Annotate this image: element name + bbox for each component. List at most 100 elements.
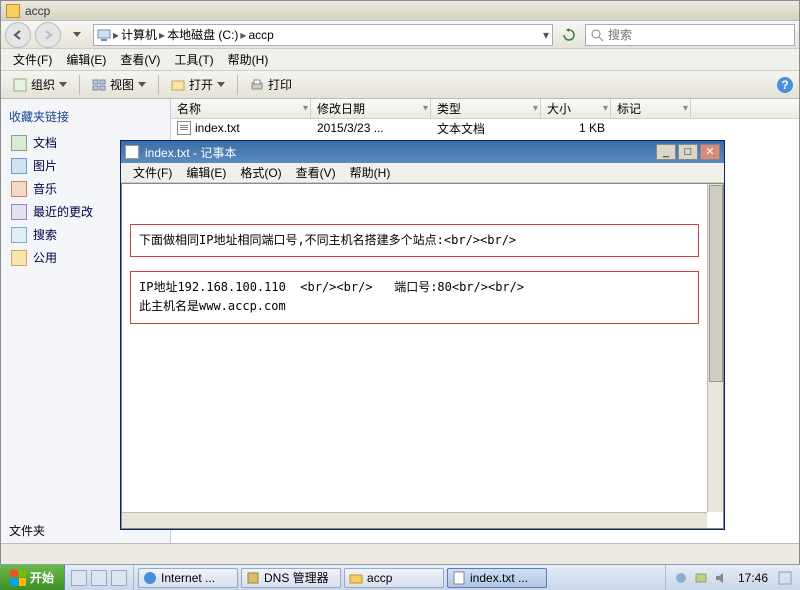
organize-button[interactable]: 组织 [7,74,73,95]
show-desktop-icon[interactable] [778,571,792,585]
separator [237,75,238,95]
column-tag[interactable]: 标记 [611,99,691,118]
separator [158,75,159,95]
text-highlight-box: IP地址192.168.100.110 <br/><br/> 端口号:80<br… [130,271,699,323]
volume-icon[interactable] [714,571,728,585]
horizontal-scrollbar[interactable] [122,512,707,528]
menu-help[interactable]: 帮助(H) [222,49,275,70]
help-button[interactable]: ? [777,77,793,93]
column-name[interactable]: 名称 [171,99,311,118]
vertical-scrollbar[interactable] [707,184,723,512]
breadcrumb[interactable]: ▸ 计算机▸ 本地磁盘 (C:)▸ accp ▾ [93,24,553,46]
np-menu-help[interactable]: 帮助(H) [344,163,397,182]
text-highlight-box: 下面做相同IP地址相同端口号,不同主机名搭建多个站点:<br/><br/> [130,224,699,257]
menu-tools[interactable]: 工具(T) [168,49,219,70]
task-buttons: Internet ... DNS 管理器 accp index.txt ... [134,565,665,590]
documents-icon [11,135,27,151]
refresh-icon [562,28,576,42]
system-tray: 17:46 [665,565,800,590]
open-icon [171,78,185,92]
windows-logo-icon [10,570,26,586]
sidebar-header: 收藏夹链接 [9,105,162,131]
taskbar-item-accp[interactable]: accp [344,568,444,588]
chevron-down-icon [138,82,146,87]
print-button[interactable]: 打印 [244,74,298,95]
np-menu-format[interactable]: 格式(O) [234,163,287,182]
taskbar: 开始 Internet ... DNS 管理器 accp index.txt .… [0,564,800,590]
breadcrumb-seg-computer[interactable]: 计算机▸ [121,26,165,43]
arrow-left-icon [11,28,25,42]
refresh-button[interactable] [557,24,581,46]
search-icon [11,227,27,243]
breadcrumb-dropdown-icon[interactable]: ▾ [543,28,549,42]
public-icon [11,250,27,266]
open-button[interactable]: 打开 [165,74,231,95]
search-input[interactable] [608,28,778,42]
breadcrumb-root[interactable]: ▸ [97,28,119,42]
arrow-right-icon [41,28,55,42]
pictures-icon [11,158,27,174]
notepad-title-text: index.txt - 记事本 [145,144,236,161]
folder-icon [349,571,363,585]
sidebar-folders-toggle[interactable]: 文件夹 [9,522,45,539]
ie-icon [143,571,157,585]
menu-view[interactable]: 查看(V) [114,49,166,70]
notepad-titlebar[interactable]: index.txt - 记事本 _ □ ✕ [121,141,724,163]
print-icon [250,78,264,92]
notepad-window: index.txt - 记事本 _ □ ✕ 文件(F) 编辑(E) 格式(O) … [120,140,725,530]
file-size-cell: 1 KB [541,121,611,135]
taskbar-clock[interactable]: 17:46 [734,571,772,585]
column-size[interactable]: 大小 [541,99,611,118]
notepad-icon [452,571,466,585]
taskbar-item-internet[interactable]: Internet ... [138,568,238,588]
breadcrumb-sep-icon: ▸ [159,28,165,42]
views-button[interactable]: 视图 [86,74,152,95]
quick-launch-item[interactable] [91,570,107,586]
np-menu-view[interactable]: 查看(V) [290,163,342,182]
explorer-titlebar[interactable]: accp [1,1,799,21]
start-button[interactable]: 开始 [0,565,65,590]
minimize-button[interactable]: _ [656,144,676,160]
quick-launch-item[interactable] [111,570,127,586]
breadcrumb-seg-drive[interactable]: 本地磁盘 (C:)▸ [167,26,246,43]
notepad-textarea[interactable]: 下面做相同IP地址相同端口号,不同主机名搭建多个站点:<br/><br/> IP… [121,183,724,529]
nav-back-button[interactable] [5,22,31,48]
column-date[interactable]: 修改日期 [311,99,431,118]
menu-edit[interactable]: 编辑(E) [60,49,112,70]
scroll-thumb[interactable] [709,185,723,382]
dns-icon [246,571,260,585]
search-icon [590,28,604,42]
close-button[interactable]: ✕ [700,144,720,160]
np-menu-edit[interactable]: 编辑(E) [180,163,232,182]
explorer-navbar: ▸ 计算机▸ 本地磁盘 (C:)▸ accp ▾ [1,21,799,49]
quick-launch-item[interactable] [71,570,87,586]
menu-file[interactable]: 文件(F) [7,49,58,70]
separator [79,75,80,95]
folder-icon [6,4,20,18]
file-row[interactable]: index.txt 2015/3/23 ... 文本文档 1 KB [171,119,799,137]
chevron-down-icon [73,32,81,38]
breadcrumb-sep-icon: ▸ [113,28,119,42]
column-type[interactable]: 类型 [431,99,541,118]
file-name-cell: index.txt [171,121,311,135]
recent-icon [11,204,27,220]
breadcrumb-seg-folder[interactable]: accp [248,28,273,42]
np-menu-file[interactable]: 文件(F) [127,163,178,182]
explorer-title-text: accp [25,4,50,18]
organize-icon [13,78,27,92]
views-icon [92,78,106,92]
taskbar-item-notepad[interactable]: index.txt ... [447,568,547,588]
taskbar-item-dns[interactable]: DNS 管理器 [241,568,341,588]
search-box[interactable] [585,24,795,46]
breadcrumb-sep-icon: ▸ [240,28,246,42]
nav-history-dropdown[interactable] [65,24,89,46]
file-type-cell: 文本文档 [431,120,541,137]
maximize-button[interactable]: □ [678,144,698,160]
text-file-icon [177,121,191,135]
nav-forward-button[interactable] [35,22,61,48]
tray-icon[interactable] [694,571,708,585]
quick-launch [65,565,134,590]
window-controls: _ □ ✕ [656,144,720,160]
tray-icon[interactable] [674,571,688,585]
explorer-menubar: 文件(F) 编辑(E) 查看(V) 工具(T) 帮助(H) [1,49,799,71]
